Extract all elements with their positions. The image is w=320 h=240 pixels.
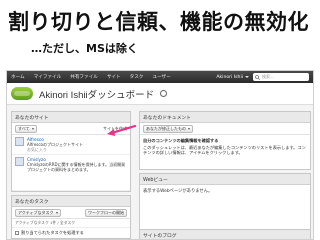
table-row[interactable]: 割り当てられたタスクを処理する	[12, 228, 130, 238]
nav-shared-files[interactable]: 共有ファイル	[70, 74, 98, 80]
gear-icon[interactable]	[160, 90, 168, 97]
user-name: Akinori Ishii	[216, 74, 243, 80]
site-icon	[15, 137, 24, 146]
app-logo	[11, 87, 33, 100]
tasks-dashlet-title: あなたのタスク	[12, 196, 130, 207]
search-placeholder: 検索...	[262, 74, 274, 79]
sites-filter-dropdown[interactable]: すべて	[15, 124, 37, 133]
create-site-button[interactable]: サイトを作成	[103, 126, 127, 132]
task-checkbox[interactable]	[15, 231, 19, 235]
documents-toolbar: あなたが修正したもの	[140, 123, 310, 135]
start-workflow-button[interactable]: ワークフローの開始	[85, 208, 127, 217]
chevron-down-icon	[31, 127, 34, 130]
chevron-down-icon	[188, 127, 190, 130]
sites-filter-label: すべて	[18, 125, 30, 131]
sites-toolbar: すべて サイトを作成	[12, 123, 130, 135]
list-item[interactable]: Alfresco Alfrescoのプロジェクトサイト お気に入り	[12, 135, 130, 155]
user-menu[interactable]: Akinori Ishii	[216, 75, 249, 80]
task-label: 割り当てられたタスクを処理する	[21, 230, 84, 235]
page-title: Akinori Ishiiダッシュボード	[39, 89, 155, 101]
webview-dashlet-title: Webビュー	[140, 174, 310, 185]
documents-filter-label: あなたが修正したもの	[146, 125, 186, 131]
right-column: あなたのドキュメント あなたが修正したもの 自分のコンテンツの編集情報を確認する…	[135, 108, 313, 239]
tasks-filter-label: アクティブなタスク	[18, 209, 54, 215]
chevron-down-icon	[55, 211, 58, 214]
nav-home[interactable]: ホーム	[11, 74, 25, 80]
documents-help-title: 自分のコンテンツの編集情報を確認する	[143, 138, 219, 143]
nav-my-files[interactable]: マイファイル	[34, 74, 62, 80]
slide-subtitle: …ただし、MSは除く	[31, 42, 138, 55]
create-site-label: サイトを作成	[103, 125, 127, 131]
webview-dashlet: Webビュー 表示するWebページがありません。 サイトのブログ	[139, 173, 311, 239]
start-workflow-label: ワークフローの開始	[88, 209, 124, 215]
search-icon	[255, 74, 260, 80]
documents-dashlet-title: あなたのドキュメント	[140, 112, 310, 123]
sites-dashlet-title: あなたのサイト	[12, 112, 130, 123]
tasks-dashlet: あなたのタスク アクティブなタスク ワークフローの開始 アクティブなタスク 1件…	[11, 195, 131, 239]
chevron-down-icon	[245, 76, 249, 78]
dashboard-header: Akinori Ishiiダッシュボード	[7, 83, 313, 105]
documents-filter-dropdown[interactable]: あなたが修正したもの	[143, 124, 193, 133]
tasks-count: アクティブなタスク 1件 / 全タスク	[12, 219, 130, 228]
documents-dashlet: あなたのドキュメント あなたが修正したもの 自分のコンテンツの編集情報を確認する…	[139, 111, 311, 170]
site-icon	[15, 157, 24, 166]
sites-dashlet: あなたのサイト すべて サイトを作成 Alfresco Alfrescoのプロジ…	[11, 111, 131, 192]
slide-title: 割り切りと信頼、機能の無効化	[8, 10, 309, 34]
webview-empty-text: 表示するWebページがありません。	[143, 189, 213, 194]
dashboard-columns: あなたのサイト すべて サイトを作成 Alfresco Alfrescoのプロジ…	[7, 108, 313, 239]
search-input[interactable]: 検索...	[253, 73, 309, 81]
documents-help: 自分のコンテンツの編集情報を確認する このダッシュレットは、最近あなたが編集した…	[140, 135, 310, 169]
site-description: CmislyzoのRRDに関する情報を保持します。当初開発プロジェクトの資料をま…	[27, 162, 126, 172]
nav-people[interactable]: ユーザー	[152, 74, 170, 80]
documents-help-text: このダッシュレットは、最近あなたが編集したコンテンツのリストを表示します。コンテ…	[143, 144, 306, 156]
screenshot-frame: ホーム マイファイル 共有ファイル サイト タスク ユーザー Akinori I…	[6, 70, 314, 240]
tasks-filter-dropdown[interactable]: アクティブなタスク	[15, 208, 61, 217]
site-meta: お気に入り	[27, 147, 47, 152]
nav-tasks[interactable]: タスク	[130, 74, 144, 80]
blog-dashlet-title: サイトのブログ	[140, 229, 310, 239]
tasks-toolbar: アクティブなタスク ワークフローの開始	[12, 207, 130, 219]
list-item[interactable]: Cmislyzo CmislyzoのRRDに関する情報を保持します。当初開発プロ…	[12, 155, 130, 191]
top-navigation-bar: ホーム マイファイル 共有ファイル サイト タスク ユーザー Akinori I…	[7, 71, 313, 83]
nav-sites[interactable]: サイト	[107, 74, 121, 80]
left-column: あなたのサイト すべて サイトを作成 Alfresco Alfrescoのプロジ…	[7, 108, 135, 239]
